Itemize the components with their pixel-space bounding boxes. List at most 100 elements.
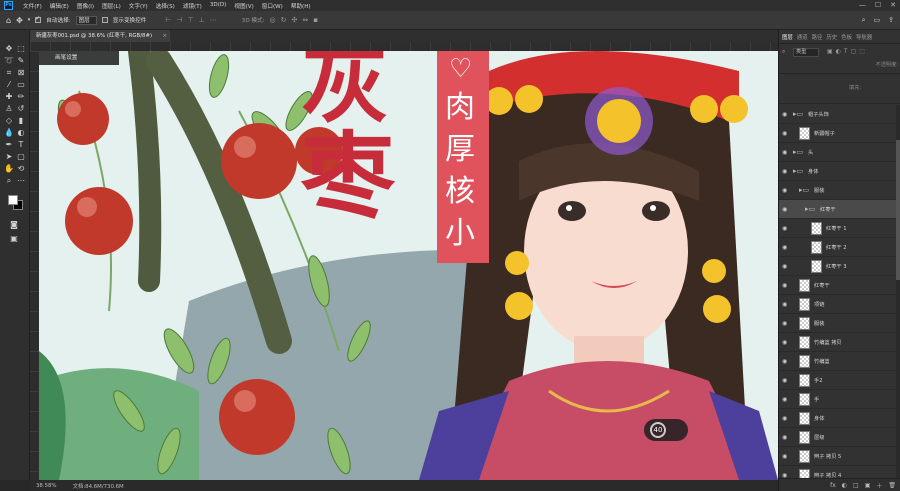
filter-icons[interactable]: ▣◐T▢⬚ <box>827 48 868 55</box>
auto-select-dropdown[interactable]: 图层 <box>75 15 97 25</box>
auto-select-checkbox[interactable] <box>35 15 42 23</box>
close-button[interactable]: ✕ <box>890 1 896 10</box>
layer-row[interactable]: ◉ ▸▭ 帽子头饰 <box>779 105 900 124</box>
show-transform-checkbox[interactable] <box>101 17 108 23</box>
foreground-color-swatch[interactable] <box>8 195 18 205</box>
quick-mask-icon[interactable]: ◙ <box>9 220 19 230</box>
visibility-eye-icon[interactable]: ◉ <box>782 168 787 175</box>
layer-row[interactable]: ◉ ▸▭ 红枣干 <box>779 200 900 219</box>
layer-filter-dropdown[interactable]: 类型 <box>793 48 819 57</box>
layer-row[interactable]: ◉ 服装 <box>779 314 900 333</box>
panel-tab[interactable]: 路径 <box>812 33 823 41</box>
visibility-eye-icon[interactable]: ◉ <box>782 206 787 213</box>
type-tool-icon[interactable]: T <box>16 140 26 150</box>
visibility-eye-icon[interactable]: ◉ <box>782 282 787 289</box>
visibility-eye-icon[interactable]: ◉ <box>782 149 787 156</box>
visibility-eye-icon[interactable]: ◉ <box>782 453 787 460</box>
history-brush-icon[interactable]: ↺ <box>16 104 26 114</box>
quick-select-icon[interactable]: ✎ <box>16 56 26 66</box>
visibility-eye-icon[interactable]: ◉ <box>782 320 787 327</box>
visibility-eye-icon[interactable]: ◉ <box>782 225 787 232</box>
menu-item[interactable]: 文字(Y) <box>125 2 152 10</box>
path-select-icon[interactable]: ➤ <box>4 152 14 162</box>
brush-settings-panel[interactable]: 画笔设置 <box>39 51 119 65</box>
shape-tool-icon[interactable]: ▢ <box>16 152 26 162</box>
zoom-level[interactable]: 38.58% <box>36 483 57 489</box>
home-icon[interactable]: ⌂ <box>6 16 11 25</box>
menu-item[interactable]: 文件(F) <box>19 2 46 10</box>
visibility-eye-icon[interactable]: ◉ <box>782 187 787 194</box>
visibility-eye-icon[interactable]: ◉ <box>782 358 787 365</box>
layer-row[interactable]: ◉ 新疆帽子 <box>779 124 900 143</box>
layer-footer-icon[interactable]: ▣ <box>865 482 871 489</box>
panel-tab[interactable]: 通道 <box>797 33 808 41</box>
menu-item[interactable]: 帮助(H) <box>287 2 315 10</box>
hand-tool-icon[interactable]: ✋ <box>4 164 14 174</box>
ruler-tool-icon[interactable]: ▭ <box>16 80 26 90</box>
layer-row[interactable]: ◉ 竹编篮 拷贝 <box>779 333 900 352</box>
document-size[interactable]: 文档:84.6M/730.6M <box>73 482 124 490</box>
search-icon[interactable]: ⌕ <box>862 16 866 25</box>
layer-row[interactable]: ◉ 红枣干 1 <box>779 219 900 238</box>
layer-row[interactable]: ◉ 竹编篮 <box>779 352 900 371</box>
layer-footer-icon[interactable]: 🗑 <box>888 482 896 489</box>
layer-row[interactable]: ◉ 辫子 拷贝 5 <box>779 447 900 466</box>
layer-row[interactable]: ◉ 红枣干 2 <box>779 238 900 257</box>
align-left-icon[interactable]: ⊢ <box>165 16 171 24</box>
layer-footer-icon[interactable]: ＋ <box>876 481 882 490</box>
distribute-icon[interactable]: ⋯ <box>210 16 217 24</box>
layer-row[interactable]: ◉ ▸▭ 身体 <box>779 162 900 181</box>
frame-tool-icon[interactable]: ⊠ <box>16 68 26 78</box>
layer-row[interactable]: ◉ 项链 <box>779 295 900 314</box>
visibility-eye-icon[interactable]: ◉ <box>782 434 787 441</box>
healing-brush-icon[interactable]: ✚ <box>4 92 14 102</box>
zoom-tool-icon[interactable]: ⌕ <box>4 176 14 186</box>
panel-tab[interactable]: 色板 <box>841 33 852 41</box>
menu-item[interactable]: 3D(D) <box>206 2 231 10</box>
layers-scroll-thumb[interactable] <box>896 140 900 280</box>
visibility-eye-icon[interactable]: ◉ <box>782 130 787 137</box>
layer-row[interactable]: ◉ ▸▭ 服装 <box>779 181 900 200</box>
panel-tab[interactable]: 历史 <box>826 33 837 41</box>
layer-row[interactable]: ◉ 手 <box>779 390 900 409</box>
pen-tool-icon[interactable]: ✒ <box>4 140 14 150</box>
stamp-tool-icon[interactable]: ♙ <box>4 104 14 114</box>
minimize-button[interactable]: — <box>859 1 866 10</box>
layer-row[interactable]: ◉ ▸▭ 头 <box>779 143 900 162</box>
layer-footer-icon[interactable]: ◐ <box>842 482 847 489</box>
visibility-eye-icon[interactable]: ◉ <box>782 263 787 270</box>
layer-footer-icon[interactable]: fx <box>830 482 836 489</box>
visibility-eye-icon[interactable]: ◉ <box>782 396 787 403</box>
dodge-tool-icon[interactable]: ◐ <box>16 128 26 138</box>
align-top-icon[interactable]: ⊥ <box>199 16 205 24</box>
menu-item[interactable]: 图像(I) <box>73 2 98 10</box>
layer-row[interactable]: ◉ 层级 <box>779 428 900 447</box>
visibility-eye-icon[interactable]: ◉ <box>782 377 787 384</box>
move-tool-icon[interactable]: ✥ <box>4 44 14 54</box>
menu-item[interactable]: 窗口(W) <box>258 2 287 10</box>
slide-icon[interactable]: ⇔ <box>302 16 308 24</box>
rotate-view-icon[interactable]: ⟲ <box>16 164 26 174</box>
move-tool-icon[interactable]: ✥ <box>16 16 23 25</box>
eyedropper-icon[interactable]: ⁄ <box>4 80 14 90</box>
document-tab[interactable]: 新疆灰枣001.psd @ 38.6% (红枣干, RGB/8#) × <box>30 30 170 42</box>
crop-tool-icon[interactable]: ⌗ <box>4 68 14 78</box>
more-tools-icon[interactable]: ⋯ <box>16 176 26 186</box>
layer-row[interactable]: ◉ 红枣干 <box>779 276 900 295</box>
menu-item[interactable]: 视图(V) <box>230 2 257 10</box>
visibility-eye-icon[interactable]: ◉ <box>782 301 787 308</box>
rotate-icon[interactable]: ↻ <box>281 16 287 24</box>
share-icon[interactable]: ⇪ <box>888 16 894 25</box>
marquee-tool-icon[interactable]: ⬚ <box>16 44 26 54</box>
pan-icon[interactable]: ✣ <box>291 16 297 24</box>
screen-mode-icon[interactable]: ▣ <box>9 234 19 244</box>
panel-tab[interactable]: 导航器 <box>856 33 872 41</box>
layer-row[interactable]: ◉ 红枣干 3 <box>779 257 900 276</box>
visibility-eye-icon[interactable]: ◉ <box>782 339 787 346</box>
panel-tab[interactable]: 图层 <box>782 33 793 41</box>
align-right-icon[interactable]: ⊤ <box>188 16 194 24</box>
visibility-eye-icon[interactable]: ◉ <box>782 415 787 422</box>
scale-icon[interactable]: ▪ <box>313 16 318 24</box>
visibility-eye-icon[interactable]: ◉ <box>782 111 787 118</box>
menu-item[interactable]: 编辑(E) <box>46 2 73 10</box>
